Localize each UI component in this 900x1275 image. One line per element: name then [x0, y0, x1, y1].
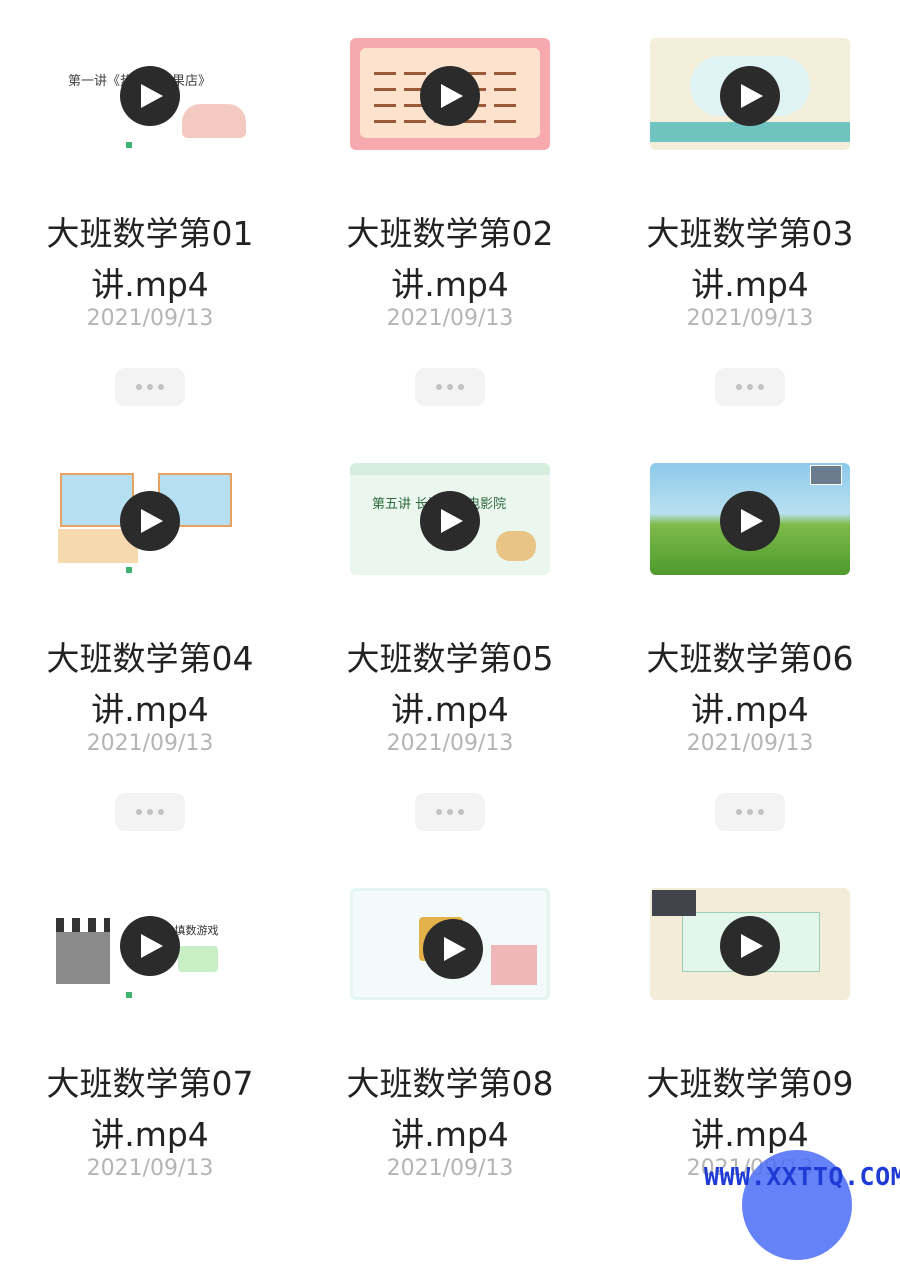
more-button[interactable] — [715, 793, 785, 831]
video-card[interactable]: 第一讲《热闹的糖果店》 大班数学第01讲.mp4 2021/09/13 — [0, 0, 300, 425]
video-card[interactable]: 大班数学第04 讲.mp4 2021/09/13 — [0, 425, 300, 850]
video-date: 2021/09/13 — [386, 731, 514, 756]
video-thumbnail[interactable]: 第7讲 填数游戏 — [50, 888, 250, 1000]
video-name: 大班数学第08 讲.mp4 — [346, 1064, 554, 1154]
video-date: 2021/09/13 — [686, 306, 814, 331]
video-grid: 第一讲《热闹的糖果店》 大班数学第01讲.mp4 2021/09/13 — [0, 0, 900, 1200]
more-button[interactable] — [415, 793, 485, 831]
video-thumbnail[interactable]: 第一讲《热闹的糖果店》 — [50, 38, 250, 150]
video-card[interactable]: 大班数学第02 讲.mp4 2021/09/13 — [300, 0, 600, 425]
video-thumbnail[interactable] — [350, 888, 550, 1000]
video-card[interactable]: 大班数学第06 讲.mp4 2021/09/13 — [600, 425, 900, 850]
video-date: 2021/09/13 — [386, 306, 514, 331]
video-thumbnail[interactable] — [650, 38, 850, 150]
video-name: 大班数学第01 讲.mp4 — [46, 214, 254, 304]
video-thumbnail[interactable] — [350, 38, 550, 150]
watermark-text: WWW.XXTTQ.COM — [704, 1162, 900, 1191]
video-date: 2021/09/13 — [86, 1156, 214, 1181]
video-date: 2021/09/13 — [86, 306, 214, 331]
video-card[interactable]: 大班数学第03 讲.mp4 2021/09/13 — [600, 0, 900, 425]
video-name: 大班数学第07 讲.mp4 — [46, 1064, 254, 1154]
video-date: 2021/09/13 — [86, 731, 214, 756]
play-icon[interactable] — [120, 916, 180, 976]
more-button[interactable] — [415, 368, 485, 406]
video-thumbnail[interactable] — [50, 463, 250, 575]
play-icon[interactable] — [120, 66, 180, 126]
video-name: 大班数学第05 讲.mp4 — [346, 639, 554, 729]
play-icon[interactable] — [720, 66, 780, 126]
play-icon[interactable] — [720, 491, 780, 551]
video-date: 2021/09/13 — [686, 731, 814, 756]
video-card[interactable]: 第五讲 长颈鹿的电影院 大班数学第05讲.mp4 2021/09/13 — [300, 425, 600, 850]
play-icon[interactable] — [120, 491, 180, 551]
video-thumbnail[interactable]: 第五讲 长颈鹿的电影院 — [350, 463, 550, 575]
video-name: 大班数学第06 讲.mp4 — [646, 639, 854, 729]
video-date: 2021/09/13 — [386, 1156, 514, 1181]
video-name: 大班数学第04 讲.mp4 — [46, 639, 254, 729]
more-button[interactable] — [115, 368, 185, 406]
video-name: 大班数学第03 讲.mp4 — [646, 214, 854, 304]
play-icon[interactable] — [420, 491, 480, 551]
video-name: 大班数学第02 讲.mp4 — [346, 214, 554, 304]
video-thumbnail[interactable] — [650, 888, 850, 1000]
play-icon[interactable] — [423, 919, 483, 979]
play-icon[interactable] — [720, 916, 780, 976]
play-icon[interactable] — [420, 66, 480, 126]
video-thumbnail[interactable] — [650, 463, 850, 575]
video-card[interactable]: 第7讲 填数游戏 大班数学第07 讲.mp4 2021/09/13 — [0, 850, 300, 1275]
more-button[interactable] — [115, 793, 185, 831]
video-name: 大班数学第09 讲.mp4 — [646, 1064, 854, 1154]
more-button[interactable] — [715, 368, 785, 406]
video-card[interactable]: 大班数学第08 讲.mp4 2021/09/13 — [300, 850, 600, 1275]
